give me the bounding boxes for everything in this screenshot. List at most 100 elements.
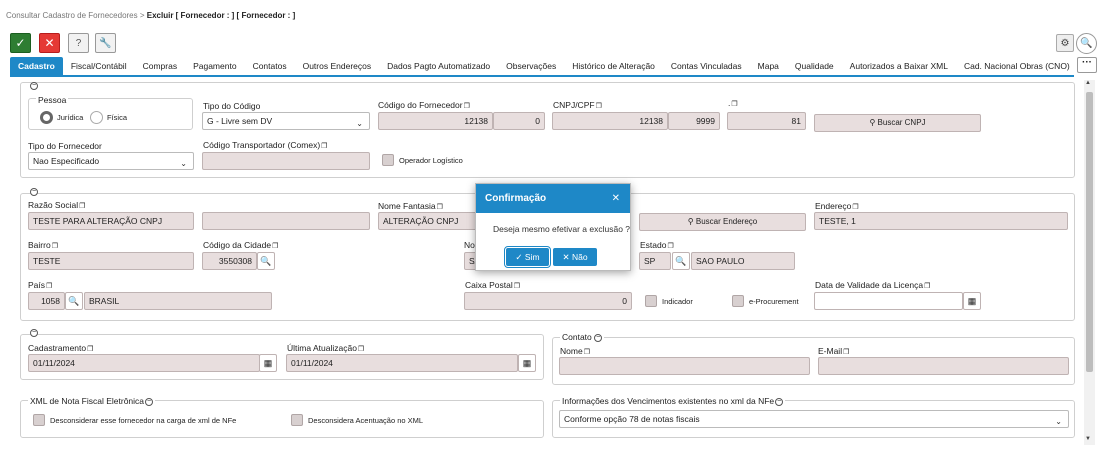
operador-logistico-checkbox[interactable] (382, 154, 394, 166)
dialog-yes-label: Sim (524, 252, 540, 262)
tab-observacoes[interactable]: Observações (498, 57, 564, 75)
razao-social-field[interactable]: TESTE PARA ALTERAÇÃO CNPJ (28, 212, 194, 230)
codigo-cidade-field[interactable]: 3550308 (202, 252, 257, 270)
dialog-yes-button[interactable]: ✓ Sim (504, 246, 551, 268)
collapse-icon[interactable]: − (594, 333, 603, 342)
tab-qualidade[interactable]: Qualidade (787, 57, 842, 75)
confirmation-dialog: Confirmação ✕ Deseja mesmo efetivar a exc… (475, 183, 631, 271)
dot-field[interactable]: 81 (727, 112, 806, 130)
calendar-icon[interactable]: ▦ (259, 354, 277, 372)
cadastramento-field[interactable]: 01/11/2024 (28, 354, 260, 372)
caixa-postal-field[interactable]: 0 (464, 292, 632, 310)
vencimentos-select[interactable]: Conforme opção 78 de notas fiscais ⌄ (559, 410, 1069, 428)
cancel-button[interactable]: ✕ (39, 33, 60, 53)
collapse-icon[interactable]: − (145, 397, 154, 406)
estado-nome-field[interactable]: SAO PAULO (691, 252, 795, 270)
info-icon: ❐ (924, 283, 931, 290)
tab-historico[interactable]: Histórico de Alteração (564, 57, 663, 75)
indicador-checkbox[interactable] (645, 295, 657, 307)
desconsidera-acentuacao-checkbox[interactable] (291, 414, 303, 426)
tab-pagamento[interactable]: Pagamento (185, 57, 244, 75)
vencimentos-text: Informações dos Vencimentos existentes n… (562, 396, 775, 406)
scroll-down-icon[interactable]: ▼ (1085, 436, 1091, 442)
breadcrumb: Consultar Cadastro de Fornecedores > Exc… (6, 11, 295, 20)
confirm-button[interactable]: ✓ (10, 33, 31, 53)
cod-transportador-text: Código Transportador (Comex) (203, 140, 321, 150)
tipo-codigo-select[interactable]: G - Livre sem DV ⌄ (202, 112, 370, 130)
estado-uf-field[interactable]: SP (639, 252, 671, 270)
codigo-fornecedor-field[interactable]: 12138 (378, 112, 493, 130)
xml-nfe-text: XML de Nota Fiscal Eletrônica (30, 396, 145, 406)
tab-contas-vinculadas[interactable]: Contas Vinculadas (663, 57, 750, 75)
buscar-cnpj-button[interactable]: ⚲ Buscar CNPJ (814, 114, 981, 132)
contato-nome-field[interactable] (559, 357, 810, 375)
search-icon: ⚲ (687, 217, 694, 226)
calendar-icon[interactable]: ▦ (963, 292, 981, 310)
razao-social-cont-field[interactable] (202, 212, 370, 230)
dialog-close-icon[interactable]: ✕ (612, 184, 620, 213)
cadastramento-text: Cadastramento (28, 343, 87, 353)
estado-search-button[interactable]: 🔍 (672, 252, 690, 270)
cnpj-text: CNPJ/CPF (553, 100, 595, 110)
bairro-field[interactable]: TESTE (28, 252, 194, 270)
dialog-no-button[interactable]: ✕ Não (553, 248, 597, 266)
cnpj-filial-field[interactable]: 9999 (668, 112, 720, 130)
search-icon: ⚲ (869, 118, 876, 127)
search-icon: 🔍 (1080, 38, 1093, 49)
cnpj-field[interactable]: 12138 (552, 112, 668, 130)
contato-text: Contato (562, 332, 592, 342)
search-button[interactable]: 🔍 (1076, 33, 1097, 54)
tab-autorizados-xml[interactable]: Autorizados a Baixar XML (842, 57, 956, 75)
buscar-endereco-button[interactable]: ⚲ Buscar Endereço (639, 213, 806, 231)
contato-email-field[interactable] (818, 357, 1069, 375)
pais-code-field[interactable]: 1058 (28, 292, 65, 310)
collapse-icon[interactable]: − (30, 188, 38, 196)
settings-button[interactable]: ⚙ (1056, 34, 1074, 52)
tab-outros-enderecos[interactable]: Outros Endereços (295, 57, 380, 75)
cnpj-label: CNPJ/CPF❐ (553, 100, 602, 110)
tab-cno[interactable]: Cad. Nacional Obras (CNO) (956, 57, 1078, 75)
endereco-field[interactable]: TESTE, 1 (814, 212, 1068, 230)
more-tabs-button[interactable]: ··· (1077, 57, 1097, 73)
tools-button[interactable]: 🔧 (95, 33, 116, 53)
pais-nome-field[interactable]: BRASIL (84, 292, 272, 310)
info-icon: ❐ (513, 283, 520, 290)
contato-nome-text: Nome (560, 346, 583, 356)
scrollbar-thumb[interactable] (1086, 92, 1093, 372)
pessoa-legend: Pessoa (36, 95, 69, 105)
ultima-atualizacao-field[interactable]: 01/11/2024 (286, 354, 518, 372)
cod-transportador-label: Código Transportador (Comex)❐ (203, 140, 327, 150)
nome-fantasia-field[interactable]: ALTERAÇÃO CNPJ (378, 212, 478, 230)
chevron-down-icon: ⌄ (356, 119, 363, 128)
collapse-icon[interactable]: − (775, 397, 784, 406)
collapse-icon[interactable]: − (30, 329, 38, 337)
cod-transportador-field[interactable] (202, 152, 370, 170)
tab-dados-pagto[interactable]: Dados Pagto Automatizado (379, 57, 498, 75)
pais-search-button[interactable]: 🔍 (65, 292, 83, 310)
validade-licenca-text: Data de Validade da Licença (815, 280, 924, 290)
contato-legend: Contato − (560, 332, 605, 342)
help-button[interactable]: ? (68, 33, 89, 53)
scroll-up-icon[interactable]: ▲ (1085, 80, 1091, 86)
tipo-fornecedor-select[interactable]: Nao Especificado ⌄ (28, 152, 194, 170)
collapse-icon[interactable]: − (30, 82, 38, 90)
info-icon: ❐ (79, 203, 86, 210)
radio-juridica[interactable] (40, 111, 53, 124)
tab-mapa[interactable]: Mapa (750, 57, 787, 75)
tab-compras[interactable]: Compras (135, 57, 185, 75)
contato-nome-label: Nome❐ (560, 346, 590, 356)
eprocurement-checkbox[interactable] (732, 295, 744, 307)
tipo-codigo-label: Tipo do Código (203, 101, 261, 111)
tab-contatos[interactable]: Contatos (245, 57, 295, 75)
tab-cadastro[interactable]: Cadastro (10, 57, 63, 75)
codigo-fornecedor-label: Código do Fornecedor❐ (378, 100, 470, 110)
calendar-icon[interactable]: ▦ (518, 354, 536, 372)
breadcrumb-parent[interactable]: Consultar Cadastro de Fornecedores (6, 11, 138, 20)
radio-fisica[interactable] (90, 111, 103, 124)
validade-licenca-field[interactable] (814, 292, 963, 310)
cidade-search-button[interactable]: 🔍 (257, 252, 275, 270)
desconsiderar-fornecedor-checkbox[interactable] (33, 414, 45, 426)
tipo-fornecedor-value: Nao Especificado (33, 156, 100, 166)
tab-fiscal-contabil[interactable]: Fiscal/Contábil (63, 57, 135, 75)
codigo-fornecedor-loja-field[interactable]: 0 (493, 112, 545, 130)
